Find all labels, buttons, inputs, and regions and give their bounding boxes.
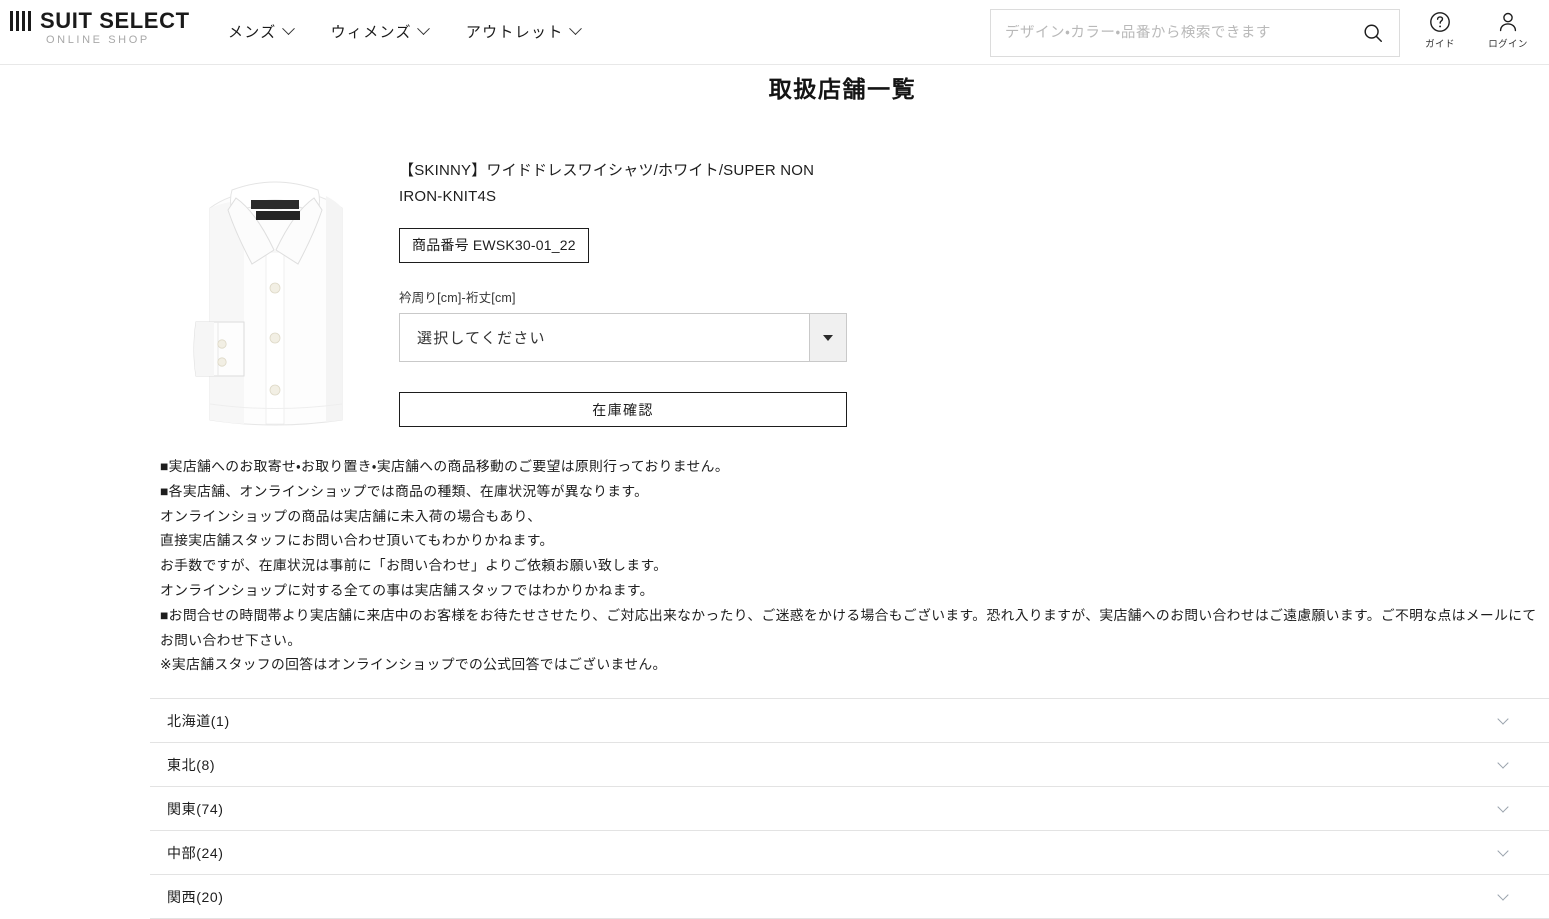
check-stock-button[interactable]: 在庫確認 bbox=[399, 392, 847, 427]
size-select-arrow[interactable] bbox=[809, 314, 846, 361]
chevron-down-icon bbox=[1497, 888, 1509, 901]
search-button[interactable] bbox=[1347, 10, 1399, 56]
site-logo[interactable]: SUIT SELECT ONLINE SHOP bbox=[10, 8, 190, 46]
search-box bbox=[990, 9, 1400, 57]
triangle-down-icon bbox=[823, 334, 833, 341]
region-row-chubu[interactable]: 中部(24) bbox=[150, 831, 1549, 875]
site-header: SUIT SELECT ONLINE SHOP メンズ ウィメンズ アウトレット bbox=[0, 0, 1549, 65]
region-label: 関西(20) bbox=[167, 888, 224, 905]
region-label: 東北(8) bbox=[167, 756, 216, 773]
logo-bars-icon bbox=[10, 11, 31, 31]
page-title: 取扱店舗一覧 bbox=[0, 70, 1549, 104]
chevron-down-icon bbox=[1497, 800, 1509, 813]
notice-line: お手数ですが、在庫状況は事前に「お問い合わせ」よりご依頼お願い致します。 bbox=[160, 558, 668, 574]
region-row-tohoku[interactable]: 東北(8) bbox=[150, 743, 1549, 787]
header-utility-icons: ガイド ログイン bbox=[1418, 8, 1530, 50]
logo-wordmark: SUIT SELECT bbox=[40, 8, 190, 33]
notice-line: 直接実店舗スタッフにお問い合わせ頂いてもわかりかねます。 bbox=[160, 533, 554, 549]
chevron-down-icon bbox=[568, 22, 582, 36]
region-row-hokkaido[interactable]: 北海道(1) bbox=[150, 699, 1549, 743]
notice-line: オンラインショップに対する全ての事は実店舗スタッフではわかりかねます。 bbox=[160, 582, 654, 598]
product-code-badge: 商品番号 EWSK30-01_22 bbox=[399, 228, 589, 263]
login-button[interactable]: ログイン bbox=[1486, 8, 1530, 50]
region-row-kansai[interactable]: 関西(20) bbox=[150, 875, 1549, 919]
notice-block: ■実店舗へのお取寄せ・お取り置き・実店舗への商品移動のご要望は原則行っておりませ… bbox=[160, 455, 1545, 678]
product-image bbox=[166, 152, 384, 434]
nav-item-womens[interactable]: ウィメンズ bbox=[330, 21, 430, 42]
nav-item-outlet[interactable]: アウトレット bbox=[465, 21, 582, 42]
product-info: 【SKINNY】ワイドドレスワイシャツ/ホワイト/SUPER NON IRON-… bbox=[399, 158, 859, 427]
product-section: 【SKINNY】ワイドドレスワイシャツ/ホワイト/SUPER NON IRON-… bbox=[0, 148, 1549, 448]
nav-item-mens[interactable]: メンズ bbox=[228, 21, 295, 42]
size-select[interactable]: 選択してください bbox=[399, 313, 847, 362]
nav-item-label: アウトレット bbox=[465, 24, 564, 41]
login-label: ログイン bbox=[1488, 39, 1528, 50]
notice-line: ※実店舗スタッフの回答はオンラインショップでの公式回答ではございません。 bbox=[160, 657, 667, 673]
region-row-kanto[interactable]: 関東(74) bbox=[150, 787, 1549, 831]
white-dress-shirt-illustration bbox=[193, 181, 343, 426]
nav-item-label: メンズ bbox=[228, 24, 277, 41]
search-icon bbox=[1364, 24, 1382, 42]
region-label: 関東(74) bbox=[167, 800, 224, 817]
size-select-label: 衿周り[cm]-裄丈[cm] bbox=[399, 291, 516, 305]
main-navigation: メンズ ウィメンズ アウトレット bbox=[228, 21, 582, 42]
notice-line: ■実店舗へのお取寄せ・お取り置き・実店舗への商品移動のご要望は原則行っておりませ… bbox=[160, 459, 729, 474]
notice-line: ■お問合せの時間帯より実店舗に来店中のお客様をお待たせさせたり、ご対応出来なかっ… bbox=[160, 607, 1537, 648]
chevron-down-icon bbox=[416, 22, 430, 36]
chevron-down-icon bbox=[1497, 712, 1509, 725]
region-accordion: 北海道(1) 東北(8) 関東(74) 中部(24) 関西(20) bbox=[150, 698, 1549, 919]
search-input[interactable] bbox=[991, 25, 1347, 41]
chevron-down-icon bbox=[281, 22, 295, 36]
user-icon bbox=[1496, 8, 1520, 35]
product-title: 【SKINNY】ワイドドレスワイシャツ/ホワイト/SUPER NON IRON-… bbox=[399, 162, 815, 205]
page-title-text: 取扱店舗一覧 bbox=[768, 76, 917, 102]
region-label: 中部(24) bbox=[167, 844, 224, 861]
chevron-down-icon bbox=[1497, 756, 1509, 769]
region-label: 北海道(1) bbox=[167, 712, 230, 729]
notice-line: ■各実店舗、オンラインショップでは商品の種類、在庫状況等が異なります。 bbox=[160, 483, 649, 499]
question-circle-icon bbox=[1428, 8, 1452, 35]
chevron-down-icon bbox=[1497, 844, 1509, 857]
logo-subtitle: ONLINE SHOP bbox=[46, 34, 150, 46]
size-select-value: 選択してください bbox=[417, 330, 546, 347]
nav-item-label: ウィメンズ bbox=[330, 24, 412, 41]
notice-line: オンラインショップの商品は実店舗に未入荷の場合もあり、 bbox=[160, 508, 542, 524]
guide-button[interactable]: ガイド bbox=[1418, 8, 1462, 50]
logo-top-row: SUIT SELECT bbox=[10, 8, 190, 33]
guide-label: ガイド bbox=[1425, 39, 1455, 50]
